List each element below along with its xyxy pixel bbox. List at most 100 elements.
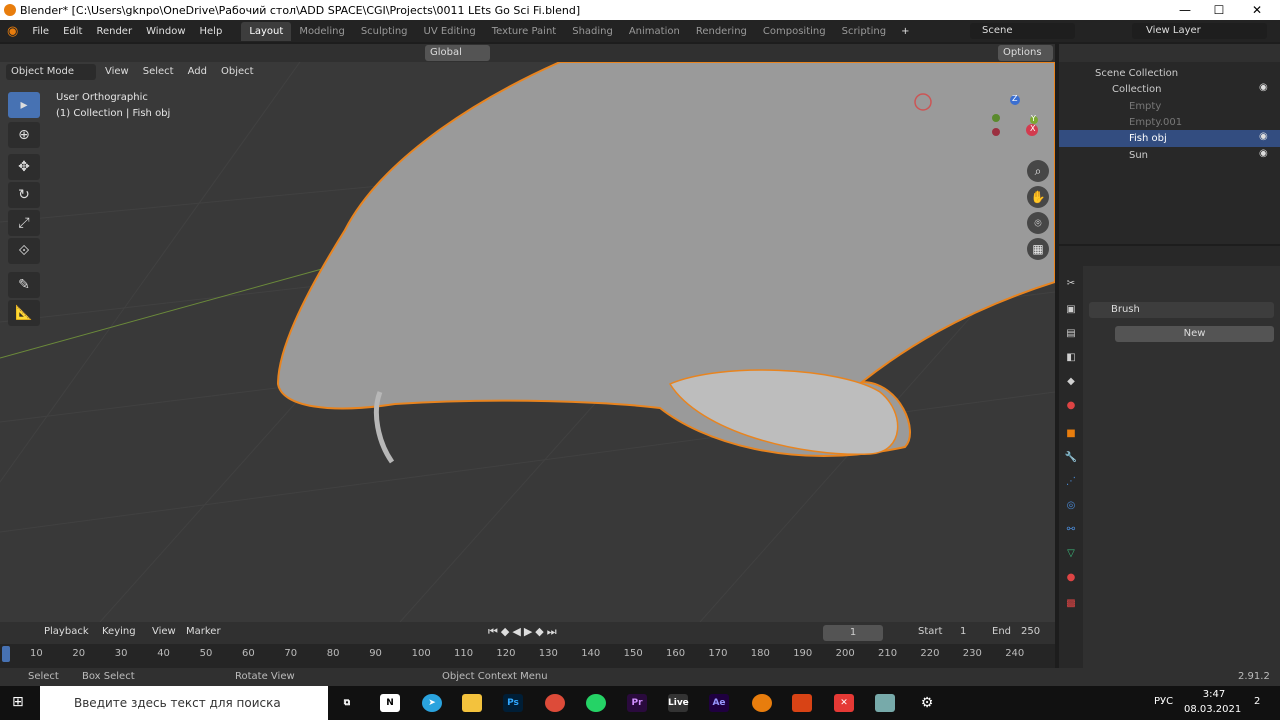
visibility-eye-icon[interactable]: ◉ (1259, 131, 1268, 142)
app-icon[interactable]: ✕ (834, 694, 854, 712)
tab-sculpting[interactable]: Sculpting (353, 22, 416, 41)
options-button[interactable]: Options (998, 45, 1053, 61)
gizmo-z-label[interactable]: Z (1012, 94, 1017, 103)
settings-gear-icon[interactable]: ⚙ (917, 694, 937, 712)
world-tab-icon[interactable]: ● (1063, 398, 1079, 414)
scene-tab-icon[interactable]: ◆ (1063, 374, 1079, 390)
cursor-tool-icon[interactable]: ⊕ (8, 122, 40, 148)
mode-dropdown[interactable]: Object Mode (6, 64, 96, 80)
live-icon[interactable]: Live (668, 694, 689, 712)
notion-icon[interactable]: N (380, 694, 400, 712)
menu-render[interactable]: Render (89, 26, 139, 37)
scene-selector[interactable]: Scene (970, 23, 1075, 39)
outliner-collection[interactable]: Collection (1059, 81, 1280, 98)
taskbar-search-input[interactable]: Введите здесь текст для поиска (40, 686, 328, 720)
transform-tool-icon[interactable]: ⟐ (8, 238, 40, 264)
view-layer-tab-icon[interactable]: ◧ (1063, 350, 1079, 366)
start-field[interactable]: 1 (960, 626, 966, 637)
texture-tab-icon[interactable]: ▩ (1063, 596, 1079, 612)
timeline-ruler[interactable]: 10 20 30 40 50 60 70 80 90 100 110 120 130 140 150 160 1… (0, 644, 1055, 668)
move-tool-icon[interactable]: ✥ (8, 154, 40, 180)
constraints-tab-icon[interactable]: ⚯ (1063, 522, 1079, 538)
select-tool-icon[interactable]: ▸ (8, 92, 40, 118)
menu-timeline-view[interactable]: View (152, 626, 176, 637)
object-tab-icon[interactable]: ■ (1063, 426, 1079, 442)
playhead[interactable] (2, 646, 10, 662)
data-tab-icon[interactable]: ▽ (1063, 546, 1079, 562)
physics-tab-icon[interactable]: ◎ (1063, 498, 1079, 514)
outliner-item-empty-001[interactable]: Empty.001 (1059, 114, 1280, 131)
new-brush-button[interactable]: New (1115, 326, 1274, 342)
visibility-eye-icon[interactable]: ◉ (1259, 148, 1268, 159)
after-effects-icon[interactable]: Ae (709, 694, 729, 712)
camera-icon[interactable]: ⌾ (1027, 212, 1049, 234)
zoom-icon[interactable]: ⌕ (1027, 160, 1049, 182)
language-indicator[interactable]: РУС (1154, 696, 1173, 707)
app-icon[interactable] (875, 694, 895, 712)
menu-view[interactable]: View (100, 64, 134, 80)
tab-rendering[interactable]: Rendering (688, 22, 755, 41)
outliner-scene-collection[interactable]: Scene Collection (1059, 65, 1280, 82)
task-view-icon[interactable]: ⧉ (337, 694, 357, 712)
material-tab-icon[interactable]: ● (1063, 570, 1079, 586)
tab-modeling[interactable]: Modeling (291, 22, 353, 41)
menu-file[interactable]: File (25, 26, 56, 37)
telegram-icon[interactable]: ➤ (422, 694, 442, 712)
menu-window[interactable]: Window (139, 26, 192, 37)
file-explorer-icon[interactable] (462, 694, 482, 712)
modifier-tab-icon[interactable]: 🔧 (1063, 450, 1079, 466)
blender-menu-icon[interactable]: ◉ (0, 24, 25, 39)
outliner-item-fish-obj[interactable]: Fish obj (1059, 130, 1280, 147)
clock-date[interactable]: 08.03.2021 (1184, 704, 1241, 715)
chrome-icon[interactable] (545, 694, 565, 712)
gizmo-x-label[interactable]: X (1030, 124, 1035, 133)
tool-tab-icon[interactable]: ✂ (1063, 276, 1079, 292)
menu-marker[interactable]: Marker (186, 626, 221, 637)
tab-uv-editing[interactable]: UV Editing (416, 22, 484, 41)
current-frame-field[interactable]: 1 (823, 625, 883, 641)
tab-compositing[interactable]: Compositing (755, 22, 834, 41)
maximize-button[interactable]: ☐ (1202, 0, 1236, 20)
outliner-item-sun[interactable]: Sun (1059, 147, 1280, 164)
measure-tool-icon[interactable]: 📐 (8, 300, 40, 326)
blender-taskbar-icon[interactable] (752, 694, 772, 712)
menu-object[interactable]: Object (216, 64, 259, 80)
menu-select[interactable]: Select (138, 64, 179, 80)
menu-help[interactable]: Help (193, 26, 230, 37)
menu-keying[interactable]: Keying (102, 626, 136, 637)
tab-layout[interactable]: Layout (241, 21, 292, 41)
add-workspace-icon[interactable]: + (894, 26, 916, 37)
close-button[interactable]: ✕ (1240, 0, 1274, 20)
scale-tool-icon[interactable]: ⤢ (8, 210, 40, 236)
pan-hand-icon[interactable]: ✋ (1027, 186, 1049, 208)
tab-animation[interactable]: Animation (621, 22, 688, 41)
brush-panel-header[interactable]: Brush (1089, 302, 1274, 318)
playback-controls[interactable]: ⏮◆◀▶◆⏭ (488, 625, 560, 639)
premiere-icon[interactable]: Pr (627, 694, 647, 712)
tab-texture-paint[interactable]: Texture Paint (484, 22, 565, 41)
menu-add[interactable]: Add (183, 64, 212, 80)
particles-tab-icon[interactable]: ⋰ (1063, 474, 1079, 490)
notification-count[interactable]: 2 (1254, 696, 1260, 707)
menu-edit[interactable]: Edit (56, 26, 89, 37)
output-tab-icon[interactable]: ▤ (1063, 326, 1079, 342)
3d-viewport[interactable]: User Orthographic (1) Collection | Fish … (0, 62, 1055, 622)
grid-icon[interactable]: ▦ (1027, 238, 1049, 260)
rotate-tool-icon[interactable]: ↻ (8, 182, 40, 208)
tab-shading[interactable]: Shading (564, 22, 621, 41)
view-layer-selector[interactable]: View Layer (1132, 23, 1267, 39)
render-tab-icon[interactable]: ▣ (1063, 302, 1079, 318)
outliner-item-empty[interactable]: Empty (1059, 98, 1280, 115)
photoshop-icon[interactable]: Ps (503, 694, 523, 712)
menu-playback[interactable]: Playback (44, 626, 89, 637)
visibility-eye-icon[interactable]: ◉ (1259, 82, 1268, 93)
transform-orientation-dropdown[interactable]: Global (425, 45, 490, 61)
tab-scripting[interactable]: Scripting (834, 22, 894, 41)
end-field[interactable]: 250 (1021, 626, 1040, 637)
whatsapp-icon[interactable] (586, 694, 606, 712)
windows-start-icon[interactable]: ⊞ (12, 694, 24, 710)
annotate-tool-icon[interactable]: ✎ (8, 272, 40, 298)
minimize-button[interactable]: — (1168, 0, 1202, 20)
clock-time[interactable]: 3:47 (1192, 689, 1236, 700)
app-icon[interactable] (792, 694, 812, 712)
